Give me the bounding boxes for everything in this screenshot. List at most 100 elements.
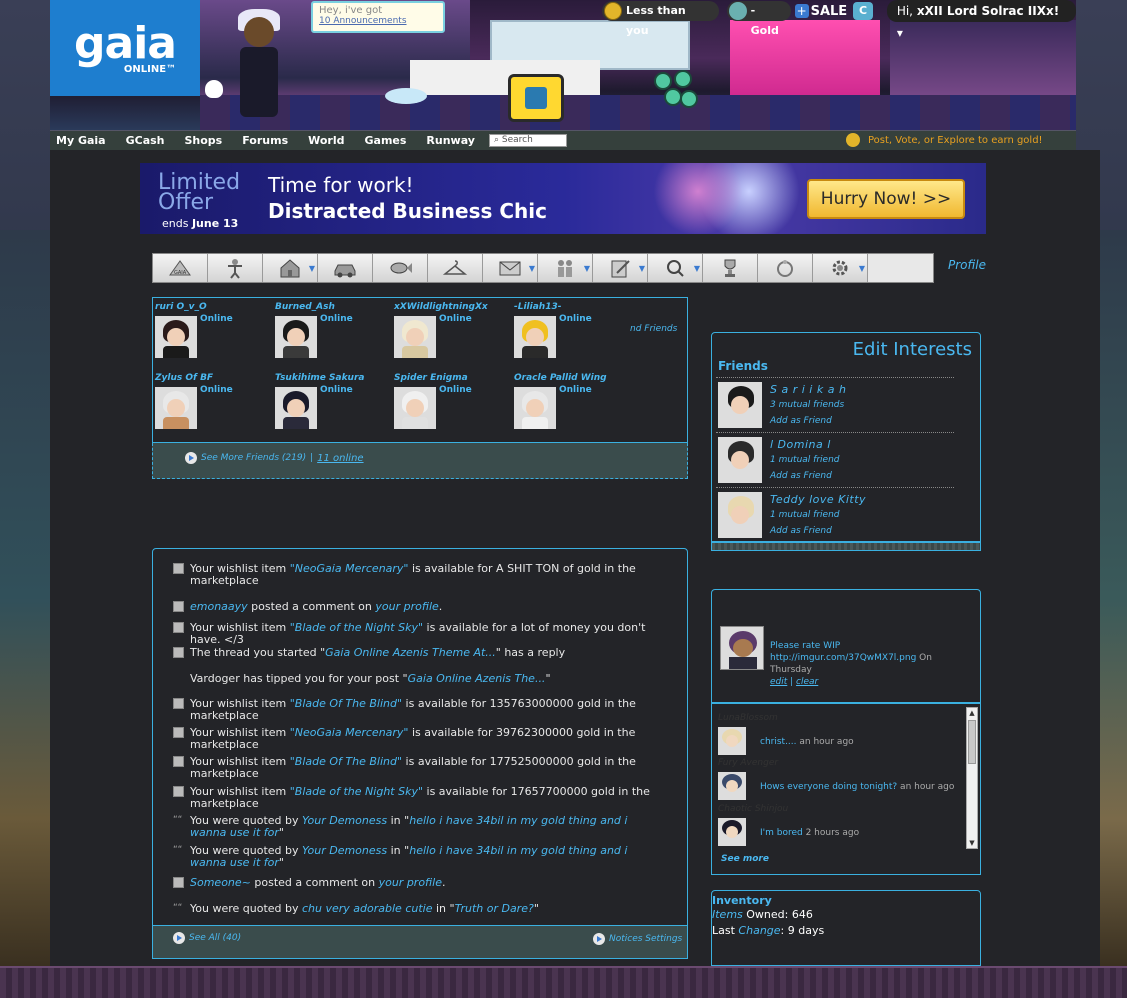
scroll-down-icon[interactable]: ▼ [967,838,977,848]
notice-link[interactable]: Someone~ [190,876,251,889]
see-more-feed-link[interactable]: See more [721,854,769,864]
friend-name[interactable]: -Liliah13- [514,302,561,312]
nav-games[interactable]: Games [365,134,407,147]
hanger-icon[interactable] [428,254,483,282]
suggestion-name[interactable]: l Domina l [770,438,831,451]
feed-message-link[interactable]: Hows everyone doing tonight? [760,782,897,792]
ring-icon[interactable] [758,254,813,282]
friend-card[interactable]: Burned_Ash Online [275,300,395,370]
notebook-icon[interactable]: ▼ [593,254,648,282]
friend-avatar[interactable] [275,316,317,358]
friend-name[interactable]: xXWildlightningXx [394,302,488,312]
see-all-notices-link[interactable]: See All (40) [173,932,241,944]
announcements-bubble[interactable]: Hey, i've got 10 Announcements [311,1,445,33]
notice-link[interactable]: "Blade Of The Blind" [290,697,402,710]
fish-icon[interactable] [373,254,428,282]
mutual-friends[interactable]: 1 mutual friend [770,455,840,465]
gaia-logo-icon[interactable]: GAIA [153,254,208,282]
earn-gold-link[interactable]: Post, Vote, or Explore to earn gold! [846,133,1043,147]
friend-card[interactable]: -Liliah13- Online [514,300,634,370]
friend-avatar[interactable] [155,387,197,429]
friend-name[interactable]: ruri O_v_O [155,302,207,312]
mutual-friends[interactable]: 3 mutual friends [770,400,844,410]
status-url-link[interactable]: http://imgur.com/37QwMX7l.png [770,653,916,663]
friend-avatar[interactable] [514,316,556,358]
suggestion-name[interactable]: Teddy love Kitty [770,493,866,506]
add-friend-button[interactable]: Add as Friend [770,471,832,481]
add-friend-button[interactable]: Add as Friend [770,416,832,426]
sale-badge[interactable]: SALE [811,4,848,19]
friend-avatar[interactable] [394,316,436,358]
mail-icon[interactable]: ▼ [483,254,538,282]
feed-username[interactable]: LunaBlossom [718,713,778,723]
avatar[interactable] [718,727,746,755]
gaia-logo[interactable]: gaia ONLINE™ [50,0,200,96]
friend-avatar[interactable] [514,387,556,429]
feed-message-link[interactable]: I'm bored [760,828,803,838]
profile-link[interactable]: Profile [948,258,986,272]
notices-settings-link[interactable]: Notices Settings [593,933,682,945]
nav-gcash[interactable]: GCash [126,134,165,147]
avatar[interactable] [718,437,762,483]
find-friends-link[interactable]: nd Friends [630,324,677,334]
change-link[interactable]: Change [738,924,780,937]
notice-link[interactable]: your profile [375,600,438,613]
nav-forums[interactable]: Forums [242,134,288,147]
avatar[interactable] [718,818,746,846]
notice-link[interactable]: chu very adorable cutie [302,902,432,915]
dropdown-arrow-icon[interactable]: ▼ [694,264,700,273]
user-avatar[interactable] [230,5,290,125]
notice-link[interactable]: Truth or Dare? [455,902,534,915]
notice-link[interactable]: Gaia Online Azenis The... [408,672,546,685]
avatar[interactable] [718,772,746,800]
nav-my-gaia[interactable]: My Gaia [56,134,106,147]
edit-interests-link[interactable]: Edit Interests [853,339,972,360]
notice-link[interactable]: Your Demoness [302,814,387,827]
notice-link[interactable]: "Blade of the Night Sky" [290,785,423,798]
hurry-now-button[interactable]: Hurry Now! >> [807,179,965,219]
nav-runway[interactable]: Runway [426,134,475,147]
avatar[interactable] [720,626,764,670]
nav-world[interactable]: World [308,134,344,147]
tv-icon[interactable] [508,74,564,122]
dropdown-arrow-icon[interactable]: ▼ [584,264,590,273]
friend-card[interactable]: Oracle Pallid Wing Online [514,371,634,441]
notice-link[interactable]: "Blade of the Night Sky" [290,621,423,634]
friend-name[interactable]: Oracle Pallid Wing [514,373,607,383]
gold-balance[interactable]: -Gold [726,1,791,37]
friend-avatar[interactable] [155,316,197,358]
feed-username[interactable]: Fury Avenger [718,758,778,768]
status-message[interactable]: Please rate WIP [770,641,840,651]
feed-username[interactable]: Chaotic Shinjou [718,804,788,814]
cash-icon[interactable]: C [853,2,873,20]
inventory-heading[interactable]: Inventory [712,894,772,907]
trophy-icon[interactable] [703,254,758,282]
orb-cluster-icon[interactable] [650,68,700,118]
suggestion-name[interactable]: S a r i i k a h [770,383,846,396]
plus-icon[interactable]: + [794,4,809,18]
notice-link[interactable]: "NeoGaia Mercenary" [290,562,409,575]
user-menu[interactable]: Hi, xXII Lord Solrac IIXx! ▾ [886,0,1076,40]
items-link[interactable]: Items [712,908,743,921]
friend-avatar[interactable] [275,387,317,429]
friend-name[interactable]: Tsukihime Sakura [275,373,364,383]
scroll-up-icon[interactable]: ▲ [967,708,977,718]
scrollbar-thumb[interactable] [968,720,976,764]
friend-name[interactable]: Spider Enigma [394,373,468,383]
dropdown-arrow-icon[interactable]: ▼ [309,264,315,273]
notice-link[interactable]: Gaia Online Azenis Theme At... [325,646,496,659]
dropdown-arrow-icon[interactable]: ▼ [529,264,535,273]
friend-card[interactable]: Tsukihime Sakura Online [275,371,395,441]
online-count-link[interactable]: 11 online [317,453,363,464]
dropdown-arrow-icon[interactable]: ▼ [639,264,645,273]
home-icon[interactable]: ▼ [263,254,318,282]
friend-card[interactable]: xXWildlightningXx Online [394,300,514,370]
friend-name[interactable]: Burned_Ash [275,302,335,312]
edit-status-link[interactable]: edit [770,677,787,687]
friend-card[interactable]: Zylus Of BF Online [155,371,275,441]
dropdown-arrow-icon[interactable]: ▼ [859,264,865,273]
feed-scrollbar[interactable]: ▲ ▼ [966,707,978,849]
search-icon[interactable]: ▼ [648,254,703,282]
announcements-link[interactable]: 10 Announcements [319,16,437,26]
ltu-button[interactable]: Less than you [602,1,719,37]
